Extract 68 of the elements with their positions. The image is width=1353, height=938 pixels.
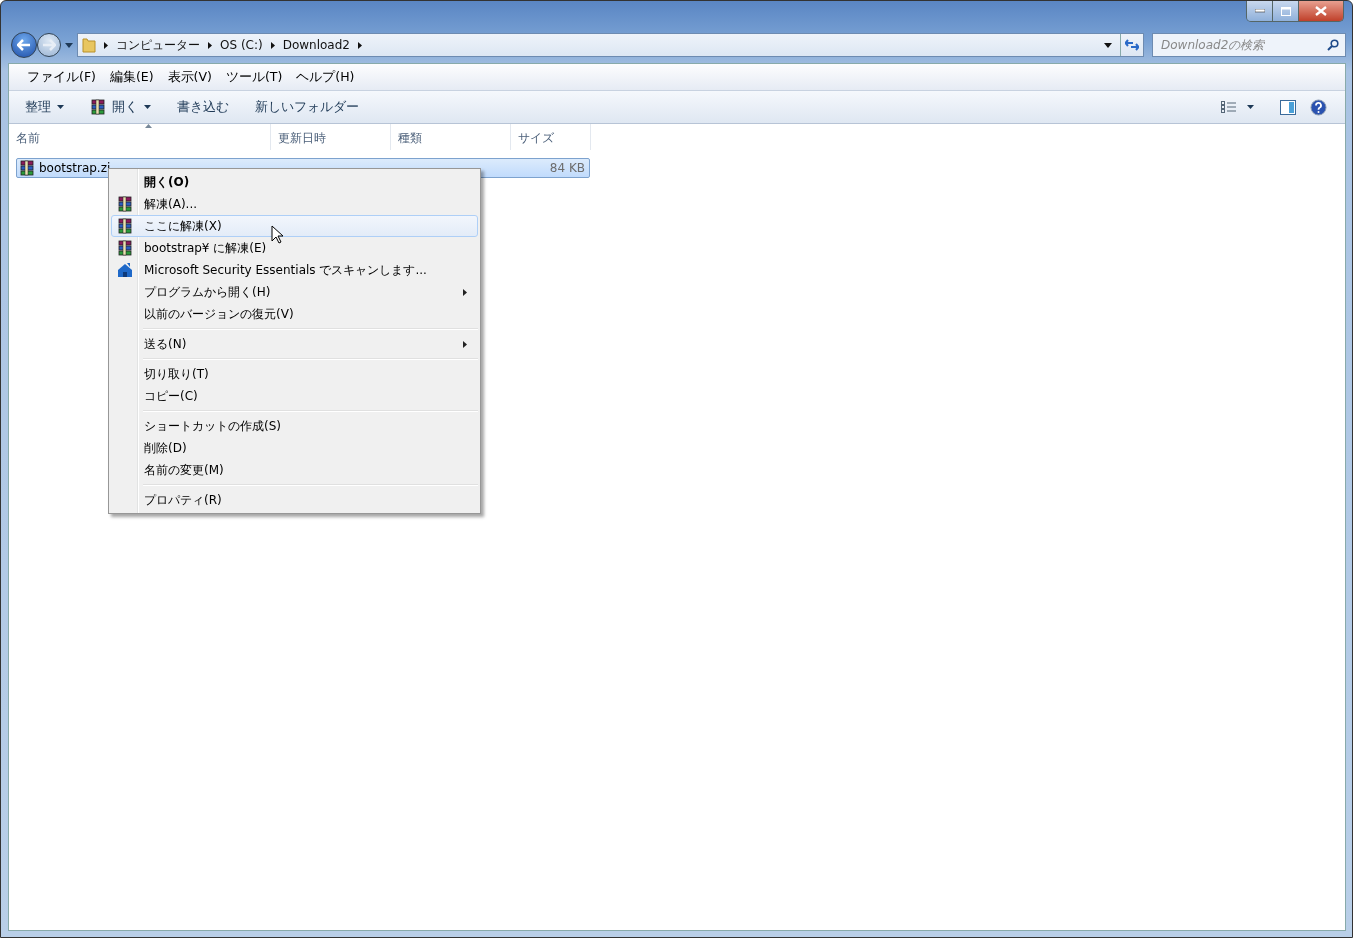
table-cell-text: 84 KB bbox=[548, 161, 586, 175]
search-icon bbox=[1327, 39, 1339, 51]
chevron-icon bbox=[104, 41, 108, 49]
menu-item[interactable]: bootstrap¥ に解凍(E) bbox=[111, 237, 478, 259]
chevron-icon bbox=[357, 41, 362, 49]
mouse-pointer-icon bbox=[271, 225, 284, 245]
minimize-button[interactable] bbox=[1247, 1, 1273, 21]
chevron-icon bbox=[208, 41, 212, 49]
file-name: bootstrap.zi bbox=[39, 161, 111, 175]
breadcrumb[interactable]: OS (C:) bbox=[220, 38, 263, 52]
forward-arrow-icon bbox=[42, 39, 56, 51]
caret-icon bbox=[57, 105, 64, 109]
toolbar-button[interactable]: 書き込む bbox=[171, 95, 235, 119]
submenu-arrow-icon bbox=[463, 288, 467, 296]
sort-arrow-icon bbox=[145, 124, 152, 128]
close-icon bbox=[1315, 6, 1327, 16]
menu-item[interactable]: プログラムから開く(H) bbox=[111, 281, 478, 303]
menu-item[interactable]: ヘルプ(H) bbox=[290, 66, 361, 88]
preview-pane-icon[interactable] bbox=[1280, 99, 1296, 115]
house-icon bbox=[117, 262, 133, 278]
address-bar[interactable]: コンピューター OS (C:) Download2 bbox=[77, 33, 1144, 57]
back-button[interactable] bbox=[11, 32, 37, 58]
column-header[interactable]: 種類 bbox=[391, 124, 511, 150]
menu-item[interactable]: 編集(E) bbox=[103, 66, 160, 88]
submenu-arrow-icon bbox=[463, 340, 467, 348]
menu-item[interactable]: 開く(O) bbox=[111, 171, 478, 193]
folder-icon bbox=[82, 37, 96, 53]
history-dropdown-icon[interactable] bbox=[65, 42, 73, 48]
archive-icon bbox=[117, 240, 133, 256]
maximize-icon bbox=[1280, 6, 1291, 16]
menu-item[interactable]: 名前の変更(M) bbox=[111, 459, 478, 481]
help-icon[interactable] bbox=[1310, 98, 1327, 116]
chevron-icon bbox=[270, 41, 275, 49]
menu-item[interactable]: ファイル(F) bbox=[21, 66, 102, 88]
menu-item[interactable]: 以前のバージョンの復元(V) bbox=[111, 303, 478, 325]
archive-icon bbox=[117, 196, 133, 212]
caret-icon bbox=[1247, 105, 1254, 109]
back-arrow-icon bbox=[17, 39, 31, 51]
search-field[interactable]: Download2の検索 bbox=[1152, 33, 1346, 57]
breadcrumb[interactable]: コンピューター bbox=[116, 36, 200, 54]
archive-icon bbox=[117, 218, 133, 234]
menu-item[interactable]: プロパティ(R) bbox=[111, 489, 478, 511]
maximize-button[interactable] bbox=[1273, 1, 1299, 21]
menu-item[interactable]: 表示(V) bbox=[161, 66, 218, 88]
menu-item[interactable]: ショートカットの作成(S) bbox=[111, 415, 478, 437]
archive-icon bbox=[19, 160, 35, 176]
close-button[interactable] bbox=[1299, 1, 1343, 21]
toolbar-button[interactable]: 新しいフォルダー bbox=[249, 95, 365, 119]
dropdown-arrow-icon[interactable] bbox=[1104, 42, 1112, 48]
column-header[interactable]: サイズ bbox=[511, 124, 591, 150]
menu-item[interactable]: 送る(N) bbox=[111, 333, 478, 355]
archive-icon bbox=[90, 99, 106, 115]
refresh-icon bbox=[1125, 39, 1139, 51]
forward-button[interactable] bbox=[37, 33, 61, 57]
breadcrumb[interactable]: Download2 bbox=[282, 38, 350, 52]
menu-item[interactable]: 切り取り(T) bbox=[111, 363, 478, 385]
column-header[interactable]: 更新日時 bbox=[271, 124, 391, 150]
minimize-icon bbox=[1254, 9, 1265, 13]
menu-item[interactable]: Microsoft Security Essentials でスキャンします... bbox=[111, 259, 478, 281]
menu-item[interactable]: コピー(C) bbox=[111, 385, 478, 407]
menu-item[interactable]: 削除(D) bbox=[111, 437, 478, 459]
menu-item[interactable]: ここに解凍(X) bbox=[111, 215, 478, 237]
menu-item[interactable]: 解凍(A)... bbox=[111, 193, 478, 215]
toolbar-button[interactable]: 整理 bbox=[19, 95, 70, 119]
toolbar-button[interactable]: 開く bbox=[84, 95, 157, 119]
menu-item[interactable]: ツール(T) bbox=[219, 66, 289, 88]
view-options-button[interactable] bbox=[1221, 101, 1254, 113]
caret-icon bbox=[144, 105, 151, 109]
